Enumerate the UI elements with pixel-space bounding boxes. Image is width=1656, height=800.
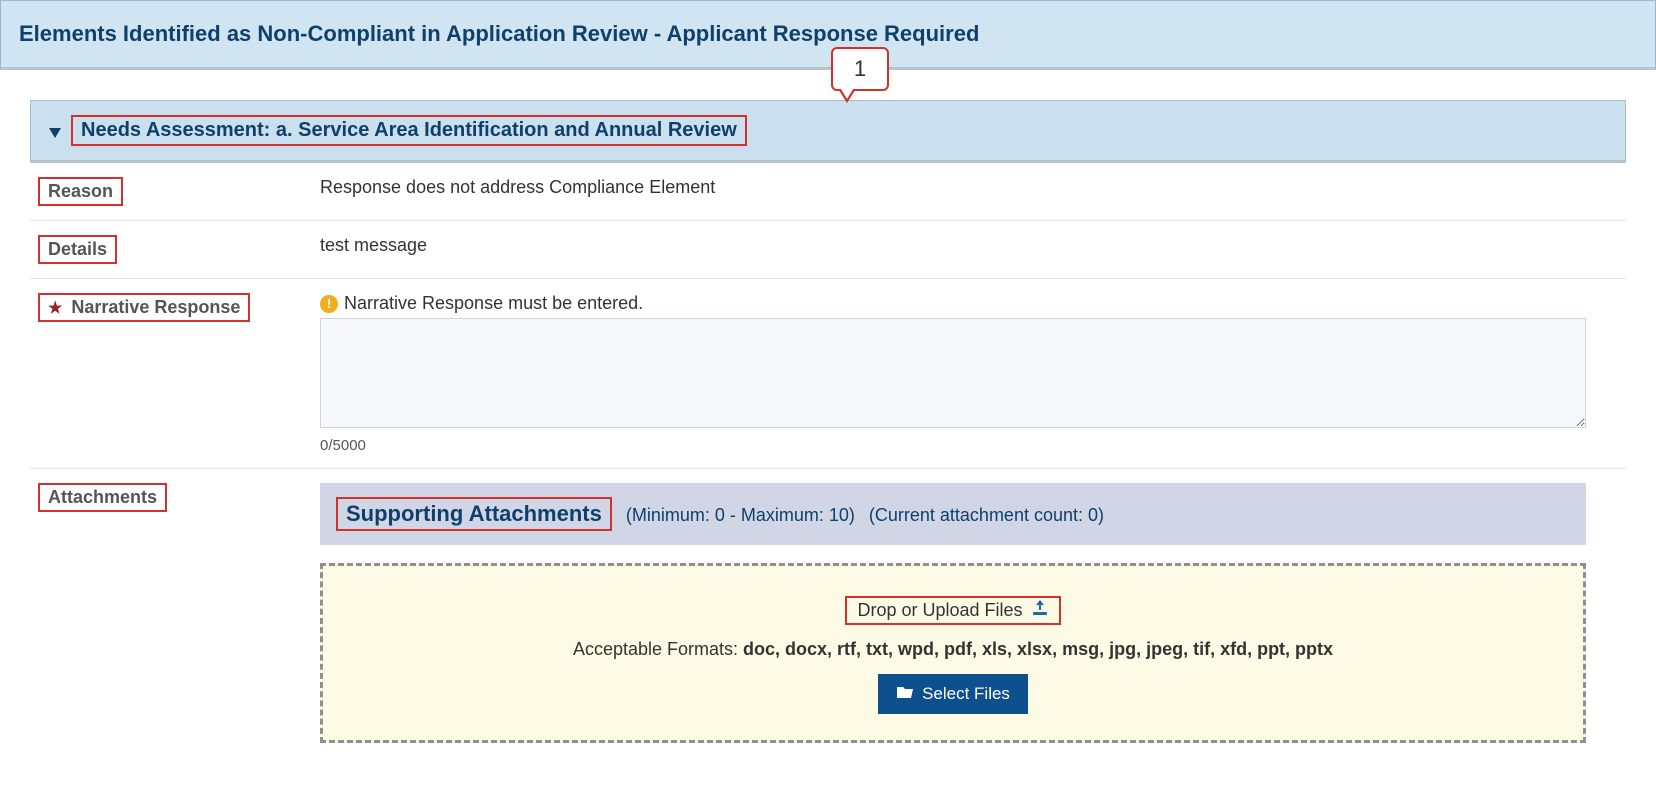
reason-label: Reason <box>38 177 123 206</box>
callout-number: 1 <box>831 47 889 91</box>
callout-tail-inner-icon <box>839 86 855 99</box>
drop-label: Drop or Upload Files <box>857 600 1022 621</box>
attachments-limits: (Minimum: 0 - Maximum: 10) <box>626 505 855 526</box>
narrative-label-text: Narrative Response <box>71 297 240 317</box>
section-accordion-header[interactable]: Needs Assessment: a. Service Area Identi… <box>30 100 1626 163</box>
section-title: Needs Assessment: a. Service Area Identi… <box>71 115 747 146</box>
narrative-counter: 0/5000 <box>320 437 1586 454</box>
narrative-warning: Narrative Response must be entered. <box>344 293 643 314</box>
row-reason: Reason Response does not address Complia… <box>30 163 1626 221</box>
upload-icon <box>1031 600 1049 621</box>
file-dropzone[interactable]: Drop or Upload Files Acceptable Formats:… <box>320 563 1586 743</box>
narrative-label: ★ Narrative Response <box>38 293 250 322</box>
page-title: Elements Identified as Non-Compliant in … <box>19 21 979 46</box>
folder-open-icon <box>896 684 914 704</box>
reason-value: Response does not address Compliance Ele… <box>320 177 1626 206</box>
row-narrative: ★ Narrative Response ! Narrative Respons… <box>30 279 1626 469</box>
attachments-header-bar: Supporting Attachments (Minimum: 0 - Max… <box>320 483 1586 545</box>
formats-label: Acceptable Formats: <box>573 639 743 659</box>
row-details: Details test message <box>30 221 1626 279</box>
formats-row: Acceptable Formats: doc, docx, rtf, txt,… <box>343 639 1563 660</box>
page-header: Elements Identified as Non-Compliant in … <box>0 0 1656 70</box>
select-files-label: Select Files <box>922 684 1010 704</box>
attachments-count: (Current attachment count: 0) <box>869 505 1104 526</box>
formats-list: doc, docx, rtf, txt, wpd, pdf, xls, xlsx… <box>743 639 1333 659</box>
attachments-label: Attachments <box>38 483 167 512</box>
details-label: Details <box>38 235 117 264</box>
row-attachments: Attachments Supporting Attachments (Mini… <box>30 469 1626 757</box>
required-star-icon: ★ <box>48 300 62 317</box>
attachments-title: Supporting Attachments <box>336 497 612 531</box>
details-value: test message <box>320 235 1626 264</box>
select-files-button[interactable]: Select Files <box>878 674 1028 714</box>
warning-icon: ! <box>320 295 338 313</box>
narrative-textarea[interactable] <box>320 318 1586 428</box>
caret-down-icon <box>49 122 61 143</box>
